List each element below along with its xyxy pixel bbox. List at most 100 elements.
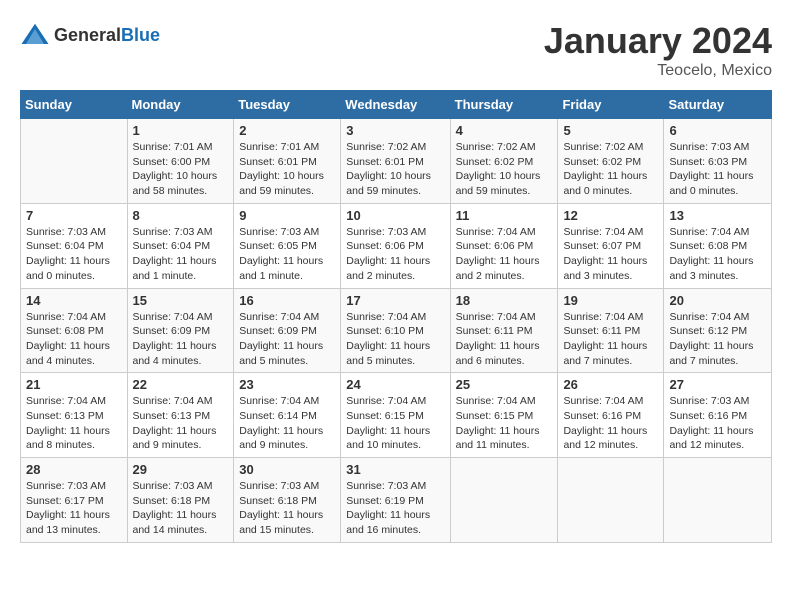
calendar-cell: 14 Sunrise: 7:04 AMSunset: 6:08 PMDayligh…: [21, 288, 128, 373]
day-info: Sunrise: 7:01 AMSunset: 6:00 PMDaylight:…: [133, 140, 229, 199]
day-info: Sunrise: 7:04 AMSunset: 6:13 PMDaylight:…: [26, 394, 122, 453]
calendar-cell: 3 Sunrise: 7:02 AMSunset: 6:01 PMDaylight…: [341, 119, 450, 204]
calendar-cell: 2Sunrise: 7:01 AMSunset: 6:01 PMDaylight…: [234, 119, 341, 204]
day-info: Sunrise: 7:02 AMSunset: 6:02 PMDaylight:…: [563, 140, 658, 199]
day-number: 26: [563, 377, 658, 392]
day-info: Sunrise: 7:04 AMSunset: 6:13 PMDaylight:…: [133, 394, 229, 453]
calendar-cell: 26 Sunrise: 7:04 AMSunset: 6:16 PMDayligh…: [558, 373, 664, 458]
day-number: 13: [669, 208, 766, 223]
day-number: 12: [563, 208, 658, 223]
calendar-cell: 20Sunrise: 7:04 AMSunset: 6:12 PMDayligh…: [664, 288, 772, 373]
title-block: January 2024 Teocelo, Mexico: [544, 20, 772, 80]
week-row-5: 28 Sunrise: 7:03 AMSunset: 6:17 PMDayligh…: [21, 458, 772, 543]
day-info: Sunrise: 7:04 AMSunset: 6:12 PMDaylight:…: [669, 310, 766, 369]
week-row-3: 14 Sunrise: 7:04 AMSunset: 6:08 PMDayligh…: [21, 288, 772, 373]
column-header-sunday: Sunday: [21, 91, 128, 119]
calendar-cell: 4 Sunrise: 7:02 AMSunset: 6:02 PMDaylight…: [450, 119, 558, 204]
day-info: Sunrise: 7:04 AMSunset: 6:08 PMDaylight:…: [669, 225, 766, 284]
day-number: 25: [456, 377, 553, 392]
calendar-cell: 28 Sunrise: 7:03 AMSunset: 6:17 PMDayligh…: [21, 458, 128, 543]
calendar-cell: [21, 119, 128, 204]
day-info: Sunrise: 7:02 AMSunset: 6:01 PMDaylight:…: [346, 140, 444, 199]
day-number: 10: [346, 208, 444, 223]
calendar-title: January 2024: [544, 20, 772, 62]
day-number: 28: [26, 462, 122, 477]
page-header: GeneralBlue January 2024 Teocelo, Mexico: [20, 20, 772, 80]
calendar-cell: [664, 458, 772, 543]
calendar-cell: 18Sunrise: 7:04 AMSunset: 6:11 PMDayligh…: [450, 288, 558, 373]
day-info: Sunrise: 7:03 AMSunset: 6:04 PMDaylight:…: [26, 225, 122, 284]
day-info: Sunrise: 7:04 AMSunset: 6:14 PMDaylight:…: [239, 394, 335, 453]
day-number: 31: [346, 462, 444, 477]
calendar-cell: 6 Sunrise: 7:03 AMSunset: 6:03 PMDaylight…: [664, 119, 772, 204]
day-info: Sunrise: 7:03 AMSunset: 6:16 PMDaylight:…: [669, 394, 766, 453]
day-number: 5: [563, 123, 658, 138]
calendar-cell: 8 Sunrise: 7:03 AMSunset: 6:04 PMDaylight…: [127, 203, 234, 288]
day-number: 29: [133, 462, 229, 477]
calendar-cell: 27Sunrise: 7:03 AMSunset: 6:16 PMDayligh…: [664, 373, 772, 458]
day-number: 22: [133, 377, 229, 392]
calendar-cell: 21 Sunrise: 7:04 AMSunset: 6:13 PMDayligh…: [21, 373, 128, 458]
calendar-cell: 25 Sunrise: 7:04 AMSunset: 6:15 PMDayligh…: [450, 373, 558, 458]
day-info: Sunrise: 7:03 AMSunset: 6:17 PMDaylight:…: [26, 479, 122, 538]
day-number: 24: [346, 377, 444, 392]
logo-text-blue: Blue: [121, 25, 160, 45]
day-info: Sunrise: 7:02 AMSunset: 6:02 PMDaylight:…: [456, 140, 553, 199]
calendar-cell: 10 Sunrise: 7:03 AMSunset: 6:06 PMDayligh…: [341, 203, 450, 288]
day-number: 3: [346, 123, 444, 138]
day-number: 15: [133, 293, 229, 308]
calendar-cell: 13 Sunrise: 7:04 AMSunset: 6:08 PMDayligh…: [664, 203, 772, 288]
calendar-cell: [450, 458, 558, 543]
day-number: 11: [456, 208, 553, 223]
calendar-cell: 16Sunrise: 7:04 AMSunset: 6:09 PMDayligh…: [234, 288, 341, 373]
day-number: 9: [239, 208, 335, 223]
day-info: Sunrise: 7:04 AMSunset: 6:15 PMDaylight:…: [456, 394, 553, 453]
day-info: Sunrise: 7:03 AMSunset: 6:05 PMDaylight:…: [239, 225, 335, 284]
day-number: 19: [563, 293, 658, 308]
column-header-saturday: Saturday: [664, 91, 772, 119]
day-info: Sunrise: 7:04 AMSunset: 6:06 PMDaylight:…: [456, 225, 553, 284]
day-info: Sunrise: 7:03 AMSunset: 6:04 PMDaylight:…: [133, 225, 229, 284]
day-info: Sunrise: 7:04 AMSunset: 6:07 PMDaylight:…: [563, 225, 658, 284]
day-info: Sunrise: 7:03 AMSunset: 6:18 PMDaylight:…: [133, 479, 229, 538]
column-header-monday: Monday: [127, 91, 234, 119]
logo-text-general: General: [54, 25, 121, 45]
day-info: Sunrise: 7:04 AMSunset: 6:08 PMDaylight:…: [26, 310, 122, 369]
day-info: Sunrise: 7:04 AMSunset: 6:11 PMDaylight:…: [563, 310, 658, 369]
day-number: 30: [239, 462, 335, 477]
column-headers: SundayMondayTuesdayWednesdayThursdayFrid…: [21, 91, 772, 119]
day-number: 17: [346, 293, 444, 308]
day-number: 6: [669, 123, 766, 138]
day-info: Sunrise: 7:03 AMSunset: 6:03 PMDaylight:…: [669, 140, 766, 199]
calendar-cell: 12 Sunrise: 7:04 AMSunset: 6:07 PMDayligh…: [558, 203, 664, 288]
day-number: 14: [26, 293, 122, 308]
calendar-cell: 7 Sunrise: 7:03 AMSunset: 6:04 PMDaylight…: [21, 203, 128, 288]
day-number: 23: [239, 377, 335, 392]
day-info: Sunrise: 7:03 AMSunset: 6:06 PMDaylight:…: [346, 225, 444, 284]
column-header-wednesday: Wednesday: [341, 91, 450, 119]
day-number: 7: [26, 208, 122, 223]
day-number: 1: [133, 123, 229, 138]
calendar-cell: 15 Sunrise: 7:04 AMSunset: 6:09 PMDayligh…: [127, 288, 234, 373]
calendar-cell: 19 Sunrise: 7:04 AMSunset: 6:11 PMDayligh…: [558, 288, 664, 373]
day-info: Sunrise: 7:04 AMSunset: 6:15 PMDaylight:…: [346, 394, 444, 453]
day-info: Sunrise: 7:04 AMSunset: 6:16 PMDaylight:…: [563, 394, 658, 453]
day-info: Sunrise: 7:04 AMSunset: 6:09 PMDaylight:…: [239, 310, 335, 369]
day-info: Sunrise: 7:04 AMSunset: 6:09 PMDaylight:…: [133, 310, 229, 369]
calendar-cell: [558, 458, 664, 543]
day-info: Sunrise: 7:04 AMSunset: 6:10 PMDaylight:…: [346, 310, 444, 369]
calendar-cell: 1 Sunrise: 7:01 AMSunset: 6:00 PMDaylight…: [127, 119, 234, 204]
calendar-cell: 24 Sunrise: 7:04 AMSunset: 6:15 PMDayligh…: [341, 373, 450, 458]
day-number: 4: [456, 123, 553, 138]
day-number: 2: [239, 123, 335, 138]
calendar-cell: 30 Sunrise: 7:03 AMSunset: 6:18 PMDayligh…: [234, 458, 341, 543]
logo-icon: [20, 20, 50, 50]
day-number: 8: [133, 208, 229, 223]
day-info: Sunrise: 7:03 AMSunset: 6:18 PMDaylight:…: [239, 479, 335, 538]
calendar-cell: 31Sunrise: 7:03 AMSunset: 6:19 PMDayligh…: [341, 458, 450, 543]
column-header-friday: Friday: [558, 91, 664, 119]
week-row-1: 1 Sunrise: 7:01 AMSunset: 6:00 PMDaylight…: [21, 119, 772, 204]
day-number: 21: [26, 377, 122, 392]
calendar-cell: 5 Sunrise: 7:02 AMSunset: 6:02 PMDaylight…: [558, 119, 664, 204]
calendar-cell: 29 Sunrise: 7:03 AMSunset: 6:18 PMDayligh…: [127, 458, 234, 543]
